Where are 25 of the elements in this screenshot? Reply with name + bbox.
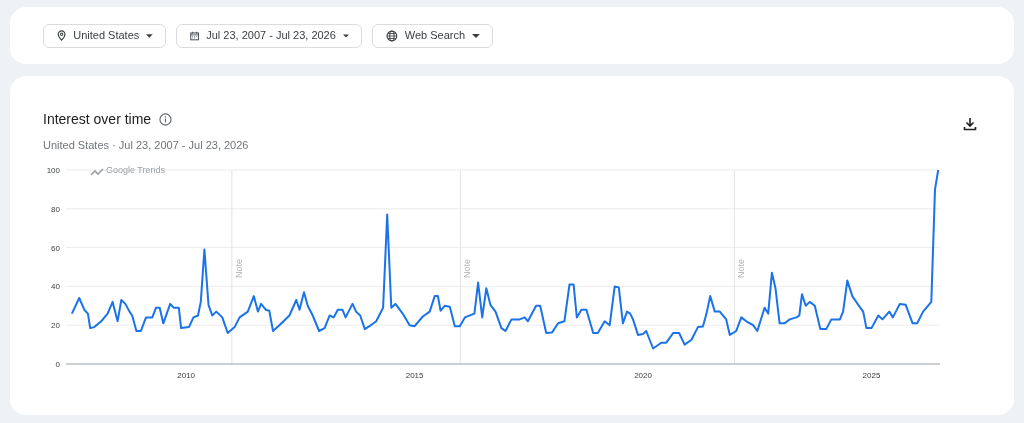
x-axis-label: 2020 [634, 371, 652, 380]
y-axis-label: 60 [51, 243, 60, 253]
x-axis-label: 2025 [862, 371, 881, 380]
trend-logo-icon [90, 168, 104, 176]
globe-icon [386, 29, 398, 42]
y-axis-label: 80 [51, 204, 60, 214]
y-axis-label: 0 [55, 360, 60, 369]
y-axis-label: 40 [51, 282, 60, 292]
y-axis-label: 20 [51, 321, 60, 331]
caret-icon [342, 33, 349, 38]
y-axis-label: 100 [46, 166, 60, 175]
caret-icon [472, 33, 480, 38]
caret-icon [146, 33, 153, 38]
filter-dropdown[interactable]: Jul 23, 2007 - Jul 23, 2026 [176, 23, 362, 48]
calendar-icon [190, 29, 200, 42]
info-icon[interactable] [159, 113, 173, 126]
card-subtitle: United States · Jul 23, 2007 - Jul 23, 2026 [43, 139, 249, 151]
location-pin-icon [57, 29, 67, 42]
card-title: Interest over time [43, 110, 152, 129]
brand-label: Google Trends [106, 165, 166, 175]
x-axis-label: 2015 [405, 371, 424, 380]
download-icon[interactable] [963, 117, 977, 131]
filter-dropdown[interactable]: United States [43, 23, 166, 48]
x-axis-label: 2010 [177, 371, 196, 380]
filter-dropdown[interactable]: Web Search [372, 23, 493, 48]
